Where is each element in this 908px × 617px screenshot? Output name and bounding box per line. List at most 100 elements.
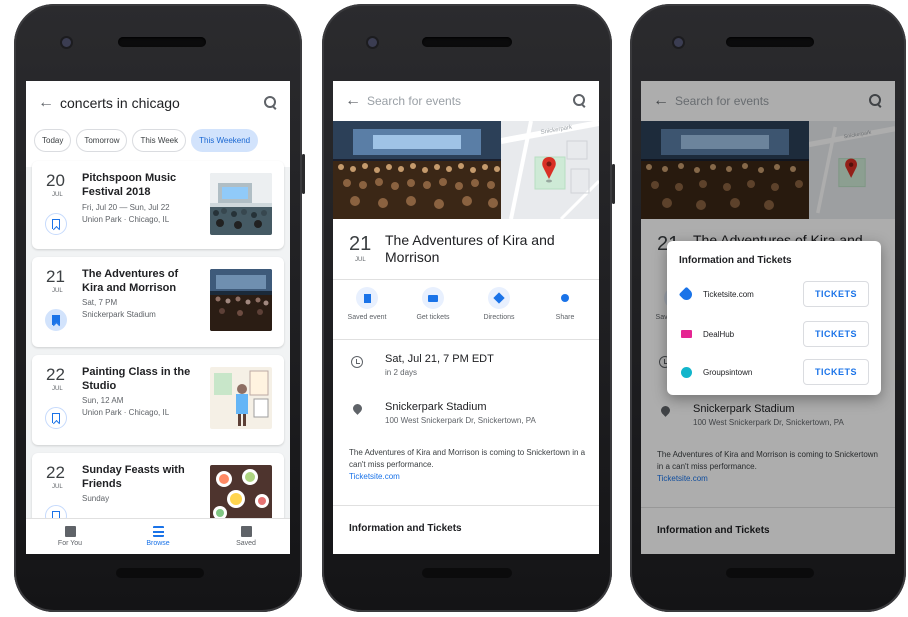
divider (333, 279, 599, 280)
bottom-speaker (726, 568, 814, 578)
event-location: Snickerpark Stadium (82, 310, 156, 319)
concert-thumbnail (210, 269, 272, 331)
speaker-grille (422, 37, 512, 47)
browse-screen: ← concerts in chicago Today Tomorrow Thi… (26, 81, 290, 554)
event-description: The Adventures of Kira and Morrison is c… (349, 447, 587, 483)
provider-name: Groupsintown (703, 368, 753, 377)
event-time: Sun, 12 AM (82, 396, 124, 405)
browse-icon (152, 526, 164, 537)
tickets-popup: Information and Tickets Ticketsite.com T… (667, 241, 881, 395)
bookmark-icon (52, 413, 60, 423)
venue-map[interactable]: Snickerpark (501, 121, 599, 219)
event-month: JUL (52, 192, 63, 198)
directions-icon (488, 287, 510, 309)
event-title: Sunday Feasts with Friends (82, 464, 185, 490)
nav-saved[interactable]: Saved (202, 519, 290, 554)
feast-thumbnail (210, 465, 272, 523)
bookmark-button[interactable] (45, 309, 67, 331)
for-you-icon (64, 526, 76, 537)
event-card[interactable]: 21 JUL The Adventures of Kira and Morris… (32, 257, 284, 347)
ticket-provider-row: Ticketsite.com TICKETS (678, 281, 869, 307)
search-icon[interactable] (264, 96, 278, 110)
chip-tomorrow[interactable]: Tomorrow (76, 129, 128, 152)
bookmark-button[interactable] (45, 407, 67, 429)
bookmark-button[interactable] (45, 213, 67, 235)
bookmark-icon (52, 219, 60, 229)
chip-this-weekend[interactable]: This Weekend (191, 129, 259, 152)
search-query[interactable]: concerts in chicago (60, 95, 264, 111)
directions-button[interactable]: Directions (471, 287, 527, 333)
nav-label: For You (57, 540, 83, 547)
chip-this-week[interactable]: This Week (132, 129, 187, 152)
phone-2: ← Search for events Snickerpark 21 JUL T… (322, 4, 615, 612)
share-button[interactable]: Share (537, 287, 593, 333)
event-time: Sat, 7 PM (82, 298, 118, 307)
chip-today[interactable]: Today (34, 129, 72, 152)
nav-for-you[interactable]: For You (26, 519, 114, 554)
search-bar[interactable]: ← Search for events (333, 81, 599, 121)
event-hero: Snickerpark (333, 121, 599, 219)
event-month: JUL (52, 288, 63, 294)
bookmark-filled-icon (52, 315, 60, 325)
bottom-speaker (116, 568, 204, 578)
phone-1: ← concerts in chicago Today Tomorrow Thi… (14, 4, 305, 612)
search-header: ← concerts in chicago Today Tomorrow Thi… (26, 81, 290, 167)
camera-icon (368, 38, 377, 47)
nav-label: Browse (146, 540, 170, 547)
ticket-provider-row: Groupsintown TICKETS (679, 359, 869, 385)
ticketsite-link[interactable]: Ticketsite.com (349, 471, 587, 483)
camera-icon (674, 38, 683, 47)
event-card[interactable]: 22 JUL Sunday Feasts with Friends Sunday (32, 453, 284, 523)
action-label: Saved event (347, 314, 387, 321)
event-month: JUL (355, 257, 366, 263)
divider (333, 339, 599, 340)
event-card[interactable]: 20 JUL Pitchspoon Music Festival 2018 Fr… (32, 161, 284, 249)
event-card[interactable]: 22 JUL Painting Class in the Studio Sun,… (32, 355, 284, 445)
search-bar[interactable]: ← concerts in chicago (26, 81, 290, 125)
event-location: Union Park · Chicago, IL (82, 215, 170, 224)
event-time: Sunday (82, 494, 110, 503)
tickets-button[interactable]: TICKETS (803, 359, 869, 385)
back-arrow-icon[interactable]: ← (345, 92, 367, 110)
venue-row[interactable]: Snickerpark Stadium 100 West Snickerpark… (333, 401, 599, 431)
get-tickets-button[interactable]: Get tickets (405, 287, 461, 333)
tickets-popup-screen: ← Search for events Snickerpark The Adve… (641, 81, 895, 554)
search-input[interactable]: Search for events (367, 94, 573, 108)
tickets-button[interactable]: TICKETS (803, 321, 869, 347)
nav-browse[interactable]: Browse (114, 519, 202, 554)
speaker-grille (118, 37, 206, 47)
venue-address: 100 West Snickerpark Dr, Snickertown, PA (385, 416, 536, 425)
venue-name: Snickerpark Stadium (385, 401, 487, 413)
event-title: Pitchspoon Music Festival 2018 (82, 172, 177, 198)
speaker-grille (726, 37, 814, 47)
action-bar: Saved event Get tickets Directions Share (333, 287, 599, 333)
event-title: Painting Class in the Studio (82, 366, 191, 392)
tickets-button[interactable]: TICKETS (803, 281, 869, 307)
event-day: 21 (46, 267, 65, 286)
provider-name: DealHub (703, 330, 735, 339)
event-dates: Fri, Jul 20 — Sun, Jul 22 (82, 203, 170, 212)
bottom-navigation: For You Browse Saved (26, 518, 290, 554)
ticket-icon (422, 287, 444, 309)
event-day: 20 (46, 171, 65, 190)
concert-photo (333, 121, 501, 219)
action-label: Share (555, 314, 575, 321)
dealhub-ticket-icon (681, 330, 692, 338)
info-tickets-heading: Information and Tickets (349, 523, 462, 534)
saved-event-button[interactable]: Saved event (339, 287, 395, 333)
camera-icon (62, 38, 71, 47)
back-arrow-icon[interactable]: ← (38, 94, 60, 112)
event-relative-time: in 2 days (385, 368, 418, 377)
search-icon[interactable] (573, 94, 587, 108)
festival-thumbnail (210, 173, 272, 235)
ticketsite-tag-icon (678, 286, 695, 303)
bottom-speaker (422, 568, 512, 578)
popup-title: Information and Tickets (679, 255, 792, 266)
saved-icon (240, 526, 252, 537)
power-button (612, 164, 615, 204)
event-title: The Adventures of Kira and Morrison (82, 268, 179, 294)
event-datetime: Sat, Jul 21, 7 PM EDT (385, 353, 494, 365)
event-day: 21 (349, 233, 372, 255)
event-location: Union Park · Chicago, IL (82, 408, 170, 417)
event-day: 22 (46, 365, 65, 384)
